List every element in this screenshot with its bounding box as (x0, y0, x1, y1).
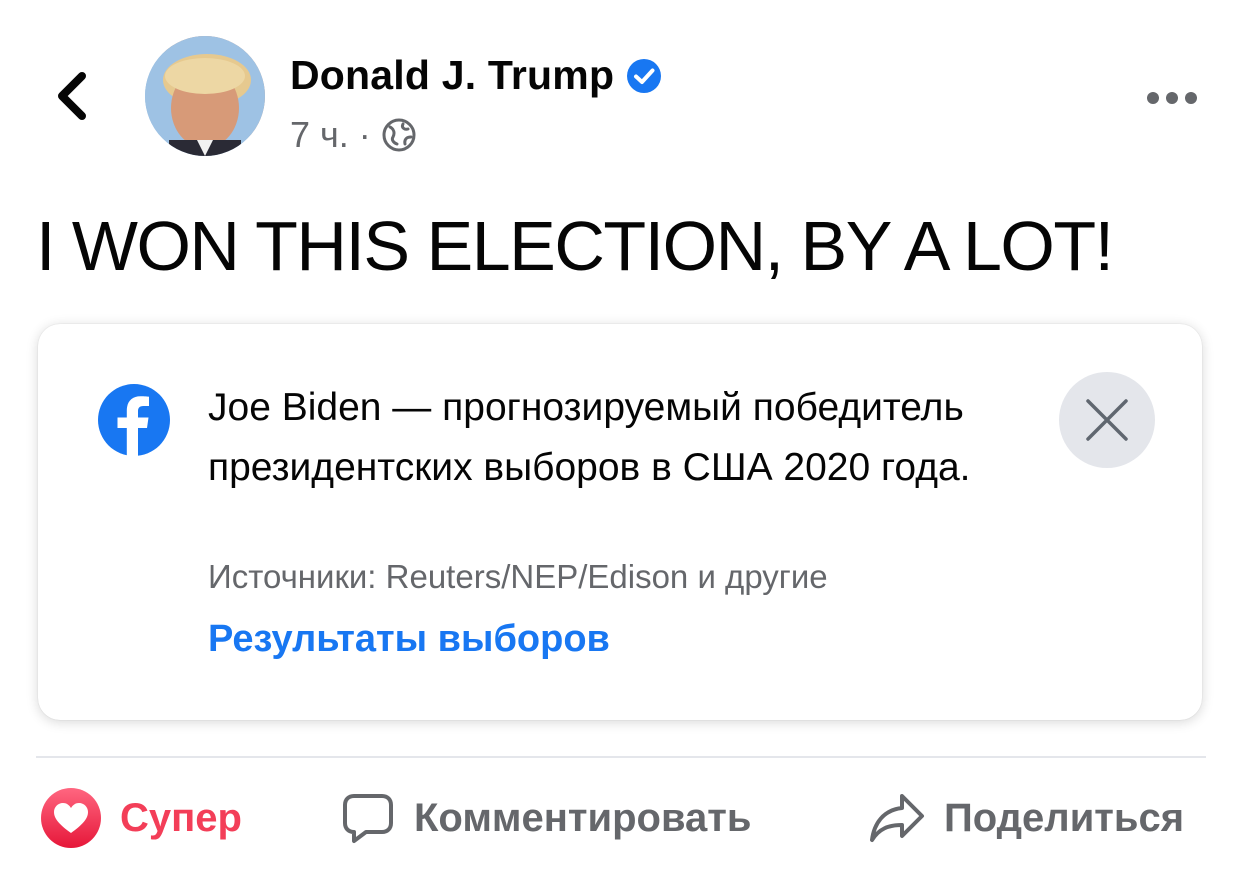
back-button[interactable] (44, 64, 100, 128)
author-name-text: Donald J. Trump (290, 52, 615, 98)
share-icon (870, 794, 924, 842)
react-button[interactable]: Супер (40, 782, 242, 854)
post-text: I WON THIS ELECTION, BY A LOT! (36, 207, 1114, 285)
comment-label: Комментировать (414, 795, 752, 840)
more-dots-icon (1147, 92, 1197, 104)
comment-button[interactable]: Комментировать (340, 782, 751, 854)
card-message: Joe Biden — прогнозируемый победитель пр… (208, 386, 971, 489)
facebook-logo-icon (98, 384, 170, 456)
avatar[interactable] (145, 36, 265, 156)
election-results-link[interactable]: Результаты выборов (208, 618, 610, 661)
close-icon (1086, 399, 1128, 441)
avatar-image (145, 36, 265, 156)
comment-icon (343, 794, 393, 843)
love-reaction-icon (41, 788, 101, 848)
more-options-button[interactable] (1140, 78, 1204, 118)
share-button[interactable]: Поделиться (868, 782, 1184, 854)
divider (36, 756, 1206, 758)
author-name[interactable]: Donald J. Trump (290, 52, 662, 99)
react-label: Супер (120, 795, 242, 840)
globe-icon[interactable] (381, 117, 417, 153)
close-card-button[interactable] (1059, 372, 1155, 468)
post-time[interactable]: 7 ч. (290, 114, 349, 156)
meta-separator: · (358, 114, 371, 155)
post-meta: 7 ч. · (290, 114, 417, 156)
verified-badge-icon (627, 58, 662, 93)
chevron-left-icon (58, 72, 86, 120)
share-label: Поделиться (944, 795, 1185, 840)
card-sources: Источники: Reuters/NEP/Edison и другие (208, 558, 828, 595)
